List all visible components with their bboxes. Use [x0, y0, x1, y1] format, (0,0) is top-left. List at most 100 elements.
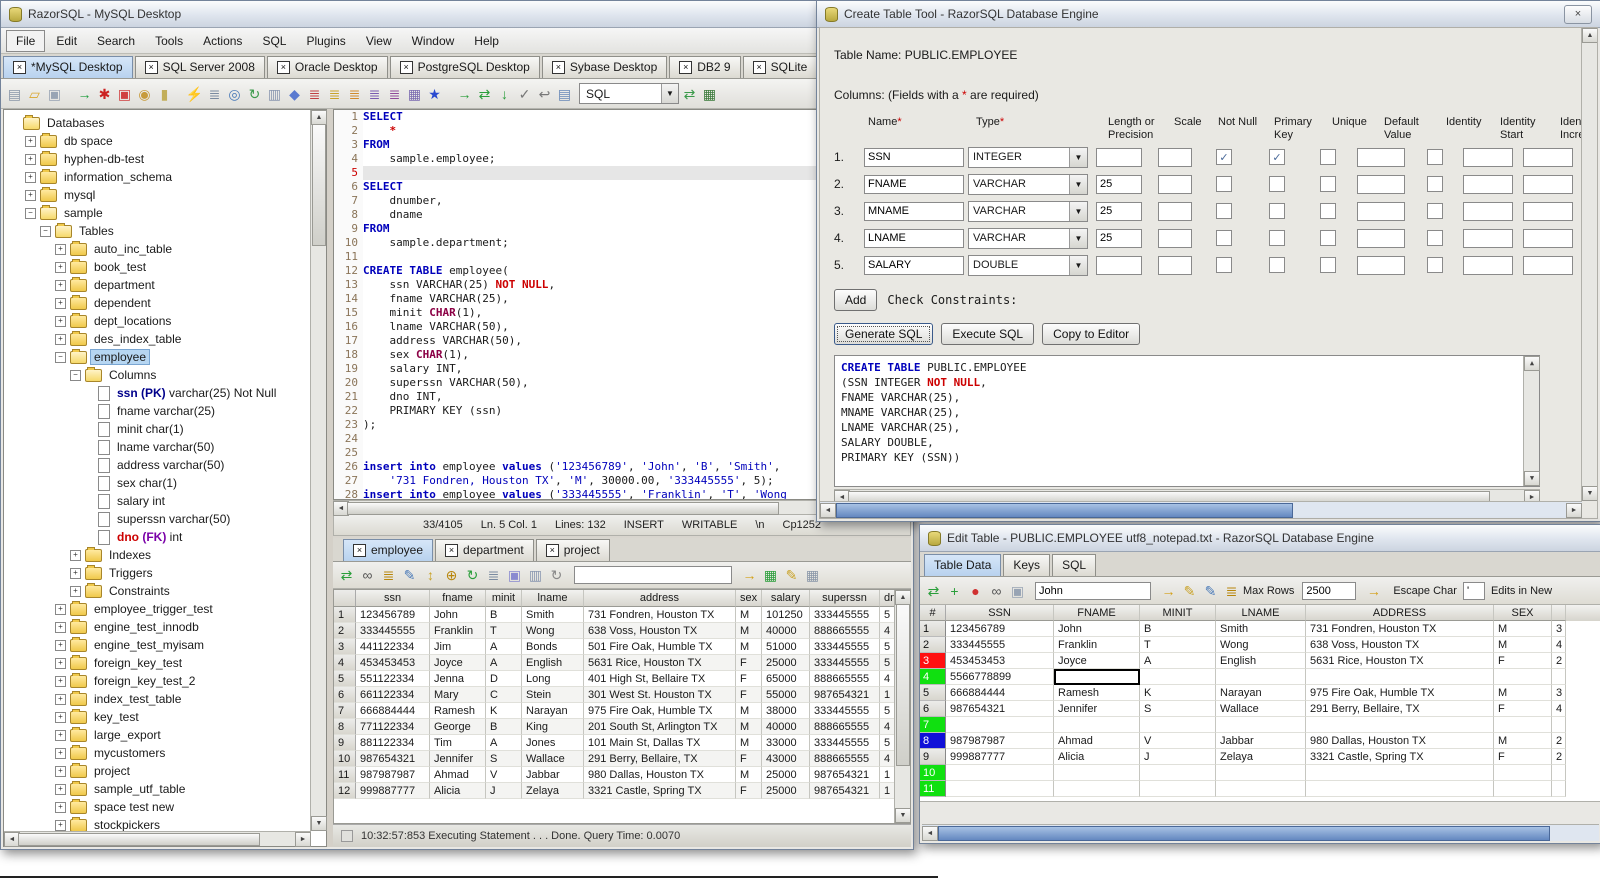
tree-item-stockpickers[interactable]: + stockpickers: [4, 816, 311, 831]
check-syntax-icon[interactable]: ✓: [515, 84, 534, 104]
tab-sql-server-2008[interactable]: × SQL Server 2008: [134, 56, 265, 78]
tree-item-engine-test-myisam[interactable]: + engine_test_myisam: [4, 636, 311, 654]
chevron-down-icon[interactable]: ▼: [1069, 255, 1087, 275]
cell[interactable]: S: [1140, 701, 1216, 717]
cell[interactable]: T: [1140, 637, 1216, 653]
column-header-superssn[interactable]: superssn: [810, 589, 880, 607]
expand-icon[interactable]: +: [55, 333, 66, 345]
cell[interactable]: [1494, 765, 1552, 781]
column-type-select[interactable]: INTEGER ▼: [968, 146, 1088, 168]
tree-scroll-thumb[interactable]: [312, 124, 326, 246]
delete-row-icon[interactable]: ●: [966, 581, 985, 601]
cell[interactable]: 731 Fondren, Houston TX: [1306, 621, 1494, 637]
edit-column-header-partial[interactable]: [1552, 605, 1566, 621]
sort-results-icon[interactable]: ↕: [421, 565, 440, 585]
cell[interactable]: John: [1054, 621, 1140, 637]
cell[interactable]: [1552, 717, 1566, 733]
table-row[interactable]: 3 441122334 Jim A Bonds 501 Fire Oak, Humble …: [334, 638, 910, 655]
cell[interactable]: [1216, 669, 1306, 685]
cell[interactable]: 4: [1552, 701, 1566, 717]
edit-column-header-fname[interactable]: FNAME: [1054, 605, 1140, 621]
cell[interactable]: 291 Berry, Bellaire, TX: [1306, 701, 1494, 717]
scroll-up-icon[interactable]: ▲: [1582, 28, 1597, 43]
default-value-input[interactable]: [1357, 201, 1405, 221]
scale-input[interactable]: [1158, 201, 1192, 221]
expand-icon[interactable]: +: [55, 801, 66, 813]
cell[interactable]: [1306, 717, 1494, 733]
not-null-checkbox[interactable]: [1216, 203, 1232, 219]
scale-input[interactable]: [1158, 228, 1192, 248]
view-results-icon[interactable]: ∞: [358, 565, 377, 585]
length-input[interactable]: [1096, 147, 1142, 167]
unique-checkbox[interactable]: [1320, 257, 1336, 273]
tree-item-employee[interactable]: − employee: [4, 348, 311, 366]
edit-table-row[interactable]: 7: [920, 717, 1600, 733]
row-number[interactable]: 7: [920, 717, 946, 733]
main-title-bar[interactable]: RazorSQL - MySQL Desktop: [1, 1, 913, 28]
menu-file[interactable]: File: [6, 29, 46, 52]
tree-item-project[interactable]: + project: [4, 762, 311, 780]
column-type-select[interactable]: VARCHAR ▼: [968, 227, 1088, 249]
cell[interactable]: [1552, 669, 1566, 685]
paste-icon[interactable]: ▤: [555, 84, 574, 104]
expand-icon[interactable]: +: [70, 549, 81, 561]
tree-vertical-scrollbar[interactable]: ▲ ▼: [310, 110, 327, 831]
identity-increment-input[interactable]: [1523, 147, 1573, 167]
close-connection-icon[interactable]: ▣: [115, 84, 134, 104]
grid-icon[interactable]: ▦: [700, 84, 719, 104]
expand-icon[interactable]: +: [55, 657, 66, 669]
edit-table-row[interactable]: 6 987654321 Jennifer S Wallace 291 Berry, Bel…: [920, 701, 1600, 717]
identity-checkbox[interactable]: [1427, 257, 1443, 273]
menu-actions[interactable]: Actions: [194, 31, 251, 51]
escape-char-input[interactable]: [1462, 581, 1485, 600]
unique-checkbox[interactable]: [1320, 203, 1336, 219]
tree-item-mysql[interactable]: + mysql: [4, 186, 311, 204]
edit-pencil-icon[interactable]: ✎: [1180, 581, 1199, 601]
length-input[interactable]: [1096, 201, 1142, 221]
scroll-up-icon[interactable]: ▲: [311, 110, 327, 125]
tree-item-lname-varchar-50[interactable]: lname varchar(50): [4, 438, 311, 456]
tree-item-engine-test-innodb[interactable]: + engine_test_innodb: [4, 618, 311, 636]
scroll-up-icon[interactable]: ▲: [1524, 356, 1540, 371]
not-null-checkbox[interactable]: [1216, 257, 1232, 273]
expand-icon[interactable]: +: [55, 315, 66, 327]
tree-item-fname-varchar-25[interactable]: fname varchar(25): [4, 402, 311, 420]
edit-grid-icon[interactable]: ✎: [782, 565, 801, 585]
table-row[interactable]: 4 453453453 Joyce A English 5631 Rice, Housto…: [334, 654, 910, 671]
cell[interactable]: 5631 Rice, Houston TX: [1306, 653, 1494, 669]
view-table-icon[interactable]: ∞: [987, 581, 1006, 601]
row-number[interactable]: 4: [920, 669, 946, 685]
refresh-results-icon[interactable]: ⇄: [337, 565, 356, 585]
menu-search[interactable]: Search: [88, 31, 144, 51]
cell[interactable]: M: [1494, 733, 1552, 749]
edit-column-header-address[interactable]: ADDRESS: [1306, 605, 1494, 621]
expand-icon[interactable]: +: [25, 135, 36, 147]
tree-item-tables[interactable]: − Tables: [4, 222, 311, 240]
chevron-down-icon[interactable]: ▼: [1069, 174, 1087, 194]
cell[interactable]: Zelaya: [1216, 749, 1306, 765]
table-row[interactable]: 6 661122334 Mary C Stein 301 West St. Houston…: [334, 686, 910, 703]
table-row[interactable]: 2 333445555 Franklin T Wong 638 Voss, Houston…: [334, 622, 910, 639]
cell[interactable]: M: [1494, 621, 1552, 637]
identity-start-input[interactable]: [1463, 255, 1513, 275]
menu-edit[interactable]: Edit: [47, 31, 86, 51]
key-icon[interactable]: ⊕: [442, 565, 461, 585]
identity-increment-input[interactable]: [1523, 201, 1573, 221]
row-number[interactable]: 5: [920, 685, 946, 701]
table-edit-icon[interactable]: ≣: [325, 84, 344, 104]
open-file-icon[interactable]: ▱: [25, 84, 44, 104]
scroll-left-icon[interactable]: ◄: [922, 826, 938, 841]
edit-column-header-lname[interactable]: LNAME: [1216, 605, 1306, 621]
cell[interactable]: Ahmad: [1054, 733, 1140, 749]
identity-start-input[interactable]: [1463, 174, 1513, 194]
default-value-input[interactable]: [1357, 255, 1405, 275]
tab-sybase-desktop[interactable]: × Sybase Desktop: [541, 56, 668, 78]
cell[interactable]: [1494, 781, 1552, 797]
column-type-select[interactable]: VARCHAR ▼: [968, 173, 1088, 195]
column-name-input[interactable]: [864, 255, 964, 275]
results-tab-employee[interactable]: × employee: [343, 539, 434, 562]
identity-checkbox[interactable]: [1427, 230, 1443, 246]
results-scroll-thumb[interactable]: [896, 603, 910, 766]
describe-icon[interactable]: ≣: [205, 84, 224, 104]
table-row[interactable]: 1 123456789 John B Smith 731 Fondren, Houston…: [334, 606, 910, 623]
